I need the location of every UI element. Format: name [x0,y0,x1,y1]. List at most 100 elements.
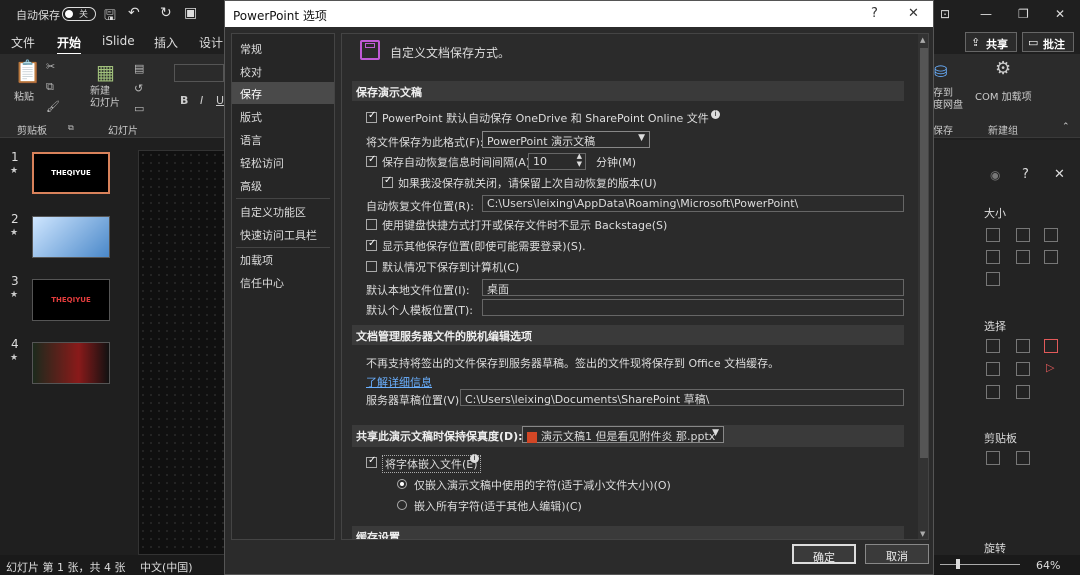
scroll-down-icon[interactable]: ▼ [920,530,925,538]
format-painter-icon[interactable]: 🖌 [46,100,60,113]
tab-home[interactable]: 开始 [57,34,82,55]
slide-thumbnail[interactable] [32,216,110,258]
slide-thumbnail[interactable]: THEQIYUE [32,279,110,321]
close-app-icon[interactable]: ✕ [1055,7,1065,21]
com-addins-label[interactable]: COM 加载项 [975,88,1032,103]
minimize-icon[interactable]: — [980,7,992,21]
share-button[interactable]: ⇪ 共享 [965,32,1017,52]
present-icon[interactable]: ▣ [184,5,197,21]
slide-thumbnail[interactable] [32,342,110,384]
tab-islide[interactable]: iSlide [102,34,135,48]
scroll-up-icon[interactable]: ▲ [920,36,925,44]
undo-icon[interactable]: ↶ [128,5,140,21]
copy-icon[interactable] [986,451,1000,465]
ribbon-display-icon[interactable]: ⊡ [940,7,950,21]
no-backstage-checkbox[interactable] [366,219,377,230]
cancel-button[interactable]: 取消 [865,544,929,564]
paste-icon[interactable]: 📋 [14,60,41,85]
nav-item-typography[interactable]: 版式 [232,105,334,127]
select-icon[interactable] [1016,385,1030,399]
zoom-slider-thumb[interactable] [956,559,960,569]
nav-item-customize-ribbon[interactable]: 自定义功能区 [232,200,334,222]
save-to-netdisk-label[interactable]: 存到 度网盘 [933,88,963,112]
tab-file[interactable]: 文件 [11,34,35,51]
pin-icon[interactable]: ◉ [990,168,1000,182]
keep-last-version-checkbox[interactable] [382,175,393,188]
clipboard-launcher-icon[interactable]: ⧉ [68,123,74,133]
default-template-location-input[interactable] [482,299,904,316]
cut-icon[interactable]: ✂ [46,60,55,73]
select-icon[interactable] [986,385,1000,399]
font-name-box[interactable] [174,64,224,82]
size-icon[interactable] [986,272,1000,286]
nav-item-save[interactable]: 保存 [232,82,334,104]
nav-item-accessibility[interactable]: 轻松访问 [232,151,334,173]
embed-used-radio[interactable] [397,479,407,489]
com-addins-icon[interactable]: ⚙ [995,58,1011,79]
paste-label[interactable]: 粘贴 [14,88,34,103]
nav-item-language[interactable]: 语言 [232,128,334,150]
new-slide-icon[interactable]: ▦ [96,60,115,84]
dialog-help-button[interactable]: ? [871,6,878,21]
show-other-locations-checkbox[interactable] [366,238,377,251]
pointer-icon[interactable]: ▷ [1046,361,1054,374]
size-icon[interactable] [1016,228,1030,242]
bold-icon[interactable]: B [180,94,188,107]
zoom-slider[interactable] [940,564,1020,565]
autorecover-location-input[interactable]: C:\Users\leixing\AppData\Roaming\Microso… [482,195,904,212]
italic-icon[interactable]: I [200,94,203,107]
fidelity-file-select[interactable]: 演示文稿1 但是看见附件炎 那.pptx ▼ [522,426,724,443]
slide-canvas[interactable] [138,150,230,555]
section-icon[interactable]: ▭ [134,102,144,115]
nav-item-addins[interactable]: 加载项 [232,248,334,270]
collapse-ribbon-icon[interactable]: ⌃ [1062,122,1070,132]
select-icon[interactable] [1044,339,1058,353]
save-icon[interactable]: 🖫 [104,5,116,29]
size-icon[interactable] [1016,250,1030,264]
underline-icon[interactable]: U [216,94,224,107]
autosave-toggle[interactable]: 关 [62,7,96,21]
default-local-location-input[interactable]: 桌面 [482,279,904,296]
nav-item-general[interactable]: 常规 [232,37,334,59]
nav-item-quick-access[interactable]: 快速访问工具栏 [232,223,334,245]
select-icon[interactable] [986,339,1000,353]
help-icon[interactable]: ? [1022,167,1029,182]
autosave-onedrive-checkbox[interactable] [366,110,377,123]
scrollbar-thumb[interactable] [920,48,928,458]
copy-icon[interactable]: ⧉ [46,80,54,94]
learn-more-link[interactable]: 了解详细信息 [366,374,432,390]
select-icon[interactable] [1016,339,1030,353]
close-pane-icon[interactable]: ✕ [1054,167,1065,182]
layout-icon[interactable]: ▤ [134,62,144,75]
select-icon[interactable] [986,362,1000,376]
tab-insert[interactable]: 插入 [154,34,178,51]
zoom-level[interactable]: 64% [1036,559,1060,572]
server-drafts-input[interactable]: C:\Users\leixing\Documents\SharePoint 草稿… [460,389,904,406]
save-format-select[interactable]: PowerPoint 演示文稿 ▼ [482,131,650,148]
size-icon[interactable] [986,250,1000,264]
size-icon[interactable] [986,228,1000,242]
ok-button[interactable]: 确定 [792,544,856,564]
slide-thumbnail[interactable]: THEQIYUE [32,152,110,194]
save-to-computer-checkbox[interactable] [366,261,377,272]
select-icon[interactable] [1016,362,1030,376]
tab-design[interactable]: 设计 [199,34,223,51]
baidu-netdisk-icon[interactable]: ⛁ [934,62,947,81]
restore-icon[interactable]: ❐ [1018,7,1029,21]
new-slide-label[interactable]: 新建 幻灯片 [90,86,120,110]
content-scrollbar[interactable]: ▲ ▼ [918,34,928,539]
paste-icon[interactable] [1016,451,1030,465]
embed-all-radio[interactable] [397,500,407,510]
nav-item-trust-center[interactable]: 信任中心 [232,271,334,293]
dialog-close-button[interactable]: ✕ [908,6,919,21]
language-status[interactable]: 中文(中国) [140,559,193,575]
comment-button[interactable]: ▭ 批注 [1022,32,1074,52]
autorecover-minutes-input[interactable]: 10 ▲ ▼ [528,153,586,170]
size-icon[interactable] [1044,250,1058,264]
autorecover-checkbox[interactable] [366,154,377,167]
reset-icon[interactable]: ↺ [134,82,143,95]
embed-fonts-checkbox[interactable] [366,455,377,468]
size-icon[interactable] [1044,228,1058,242]
nav-item-proofing[interactable]: 校对 [232,60,334,82]
nav-item-advanced[interactable]: 高级 [232,174,334,196]
